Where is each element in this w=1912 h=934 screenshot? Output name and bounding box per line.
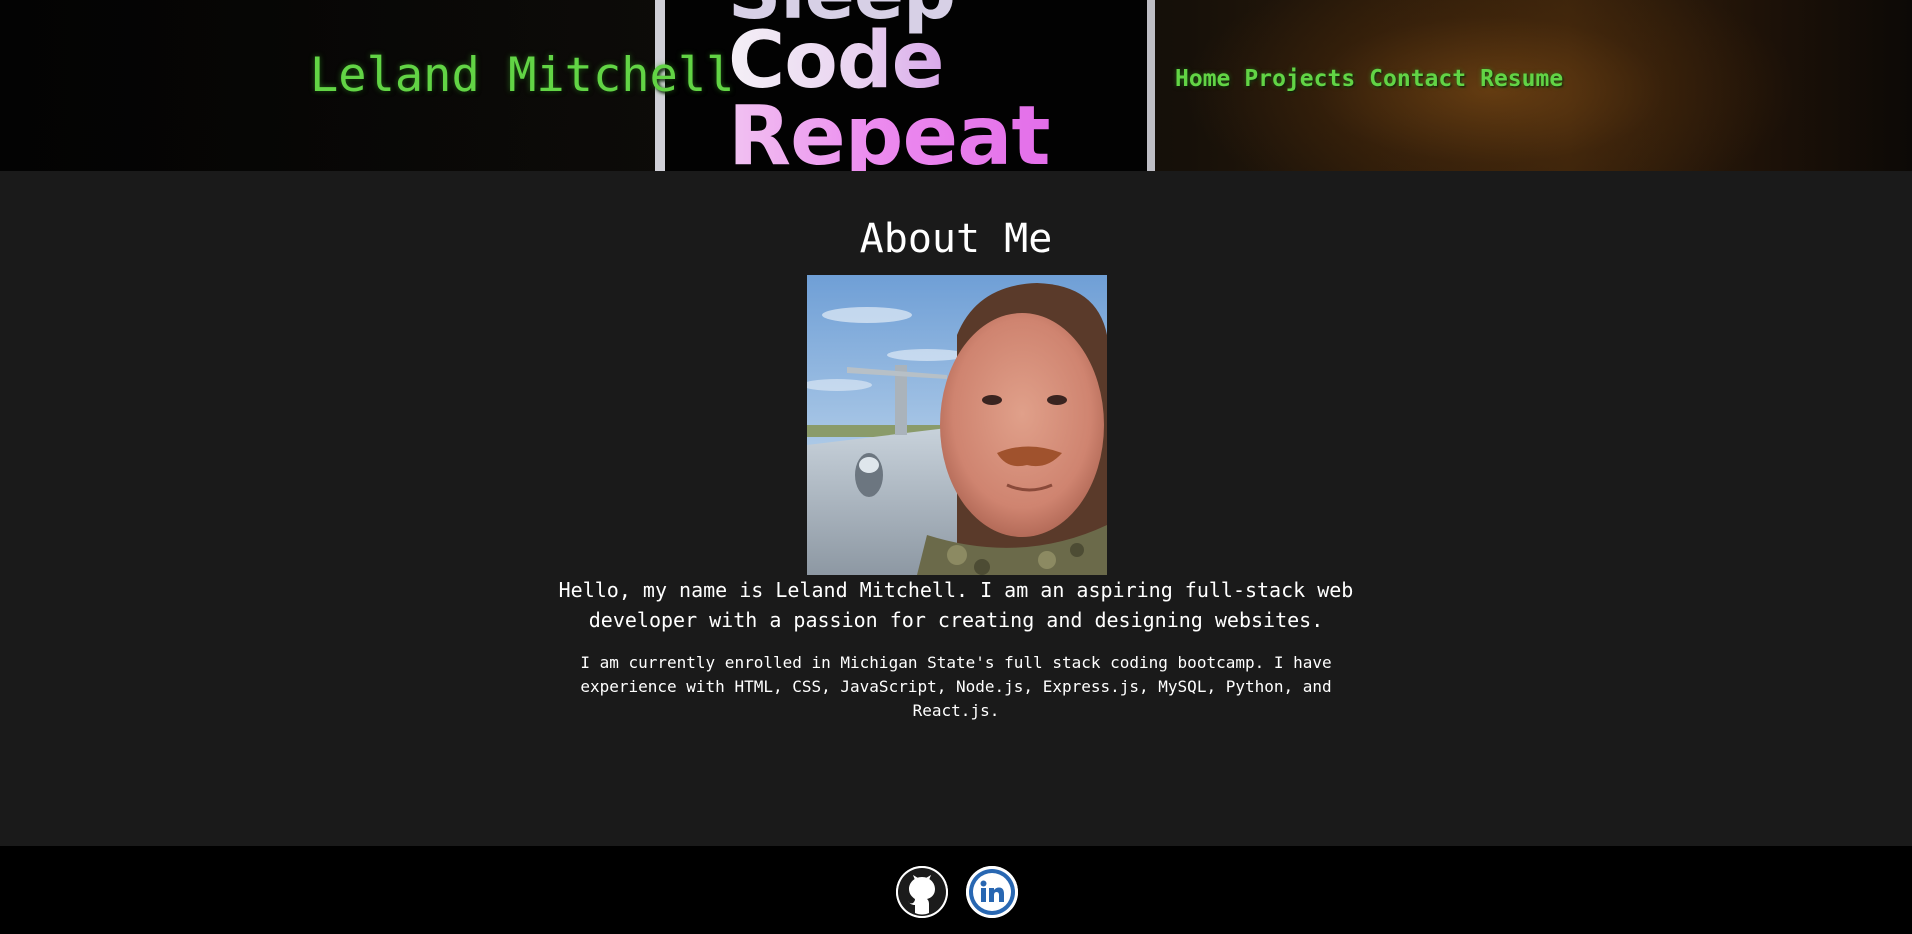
main-nav: Home Projects Contact Resume <box>1175 66 1563 92</box>
github-link[interactable] <box>896 866 948 918</box>
linkedin-icon <box>966 866 1018 918</box>
profile-photo <box>807 275 1107 575</box>
github-icon <box>896 866 948 918</box>
site-footer <box>0 846 1912 934</box>
site-title[interactable]: Leland Mitchell <box>310 48 734 103</box>
nav-link-home[interactable]: Home <box>1175 66 1230 92</box>
background-phone-text-line-3: Repeat <box>728 96 1051 172</box>
about-section: About Me Hello, my name is Leland Mitche… <box>0 171 1912 846</box>
nav-link-contact[interactable]: Contact <box>1369 66 1466 92</box>
nav-link-projects[interactable]: Projects <box>1244 66 1355 92</box>
site-header: Sleep Code Repeat Leland Mitchell Home P… <box>0 0 1912 171</box>
details-paragraph: I am currently enrolled in Michigan Stat… <box>580 653 1332 720</box>
nav-link-resume[interactable]: Resume <box>1480 66 1563 92</box>
intro-paragraph: Hello, my name is Leland Mitchell. I am … <box>558 578 1354 632</box>
about-heading: About Me <box>859 216 1053 262</box>
linkedin-link[interactable] <box>966 866 1018 918</box>
